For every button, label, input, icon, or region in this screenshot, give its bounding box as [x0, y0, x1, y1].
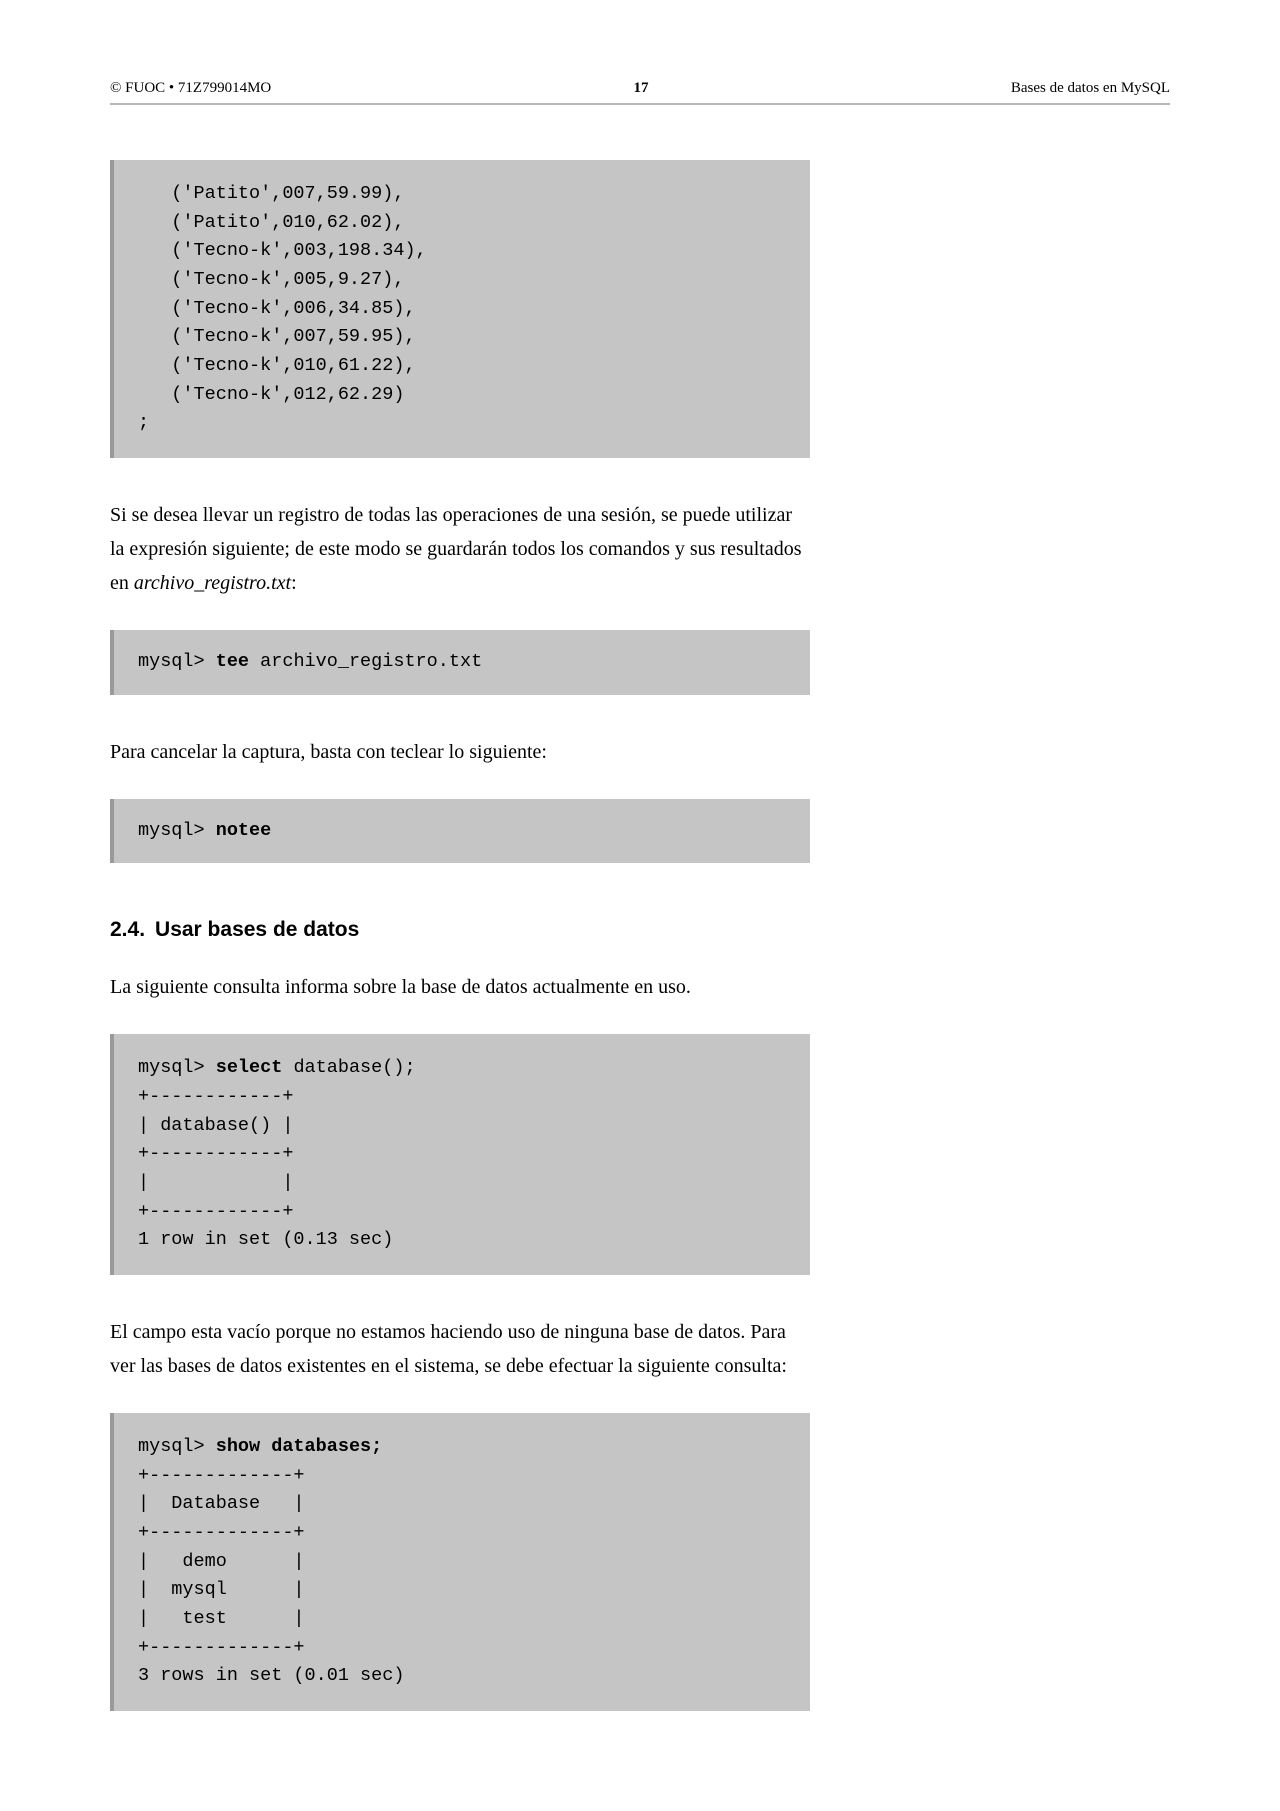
code-keyword: notee [216, 820, 272, 841]
code-line: ('Tecno-k',003,198.34), [138, 240, 427, 261]
section-title: Usar bases de datos [155, 918, 359, 941]
content-column: ('Patito',007,59.99), ('Patito',010,62.0… [110, 160, 810, 1711]
code-line: 1 row in set (0.13 sec) [138, 1229, 393, 1250]
code-line: ('Patito',010,62.02), [138, 212, 404, 233]
code-line: | demo | [138, 1551, 305, 1572]
code-line: | mysql | [138, 1579, 305, 1600]
code-line: ; [138, 412, 149, 433]
section-number: 2.4. [110, 918, 145, 941]
code-line: +-------------+ [138, 1465, 305, 1486]
code-block-tee: mysql> tee archivo_registro.txt [110, 630, 810, 695]
code-line: +------------+ [138, 1143, 293, 1164]
paragraph-notee-intro: Para cancelar la captura, basta con tecl… [110, 735, 810, 769]
code-line: ('Patito',007,59.99), [138, 183, 404, 204]
paragraph-show-databases-intro: El campo esta vacío porque no estamos ha… [110, 1315, 810, 1383]
code-line: +------------+ [138, 1201, 293, 1222]
code-line: 3 rows in set (0.01 sec) [138, 1665, 404, 1686]
code-prompt: mysql> [138, 1436, 216, 1457]
code-prompt: mysql> [138, 820, 216, 841]
code-block-insert-values: ('Patito',007,59.99), ('Patito',010,62.0… [110, 160, 810, 458]
code-line: ('Tecno-k',010,61.22), [138, 355, 416, 376]
page-header: © FUOC • 71Z799014MO 17 Bases de datos e… [110, 80, 1170, 105]
code-line: +------------+ [138, 1086, 293, 1107]
code-keyword: show databases; [216, 1436, 383, 1457]
code-line: | database() | [138, 1115, 293, 1136]
code-line: | Database | [138, 1493, 305, 1514]
code-rest: database(); [282, 1057, 415, 1078]
code-line: ('Tecno-k',005,9.27), [138, 269, 404, 290]
section-heading: 2.4. Usar bases de datos [110, 918, 810, 942]
code-block-notee: mysql> notee [110, 799, 810, 864]
code-line: +-------------+ [138, 1522, 305, 1543]
code-arg: archivo_registro.txt [249, 651, 482, 672]
code-line: ('Tecno-k',006,34.85), [138, 298, 416, 319]
header-left: © FUOC • 71Z799014MO [110, 80, 271, 97]
code-prompt: mysql> [138, 651, 216, 672]
code-keyword: select [216, 1057, 283, 1078]
code-block-select-database: mysql> select database(); +------------+… [110, 1034, 810, 1275]
code-block-show-databases: mysql> show databases; +-------------+ |… [110, 1413, 810, 1711]
header-right: Bases de datos en MySQL [1011, 80, 1170, 97]
paragraph-select-db-intro: La siguiente consulta informa sobre la b… [110, 970, 810, 1004]
filename-italic: archivo_registro.txt [134, 572, 291, 594]
paragraph-tee-intro: Si se desea llevar un registro de todas … [110, 498, 810, 600]
page: © FUOC • 71Z799014MO 17 Bases de datos e… [0, 0, 1280, 1811]
code-line: | test | [138, 1608, 305, 1629]
code-prompt: mysql> [138, 1057, 216, 1078]
code-line: | | [138, 1172, 293, 1193]
page-number: 17 [634, 80, 649, 97]
code-line: +-------------+ [138, 1637, 305, 1658]
code-keyword: tee [216, 651, 249, 672]
code-line: ('Tecno-k',007,59.95), [138, 326, 416, 347]
code-line: ('Tecno-k',012,62.29) [138, 384, 404, 405]
